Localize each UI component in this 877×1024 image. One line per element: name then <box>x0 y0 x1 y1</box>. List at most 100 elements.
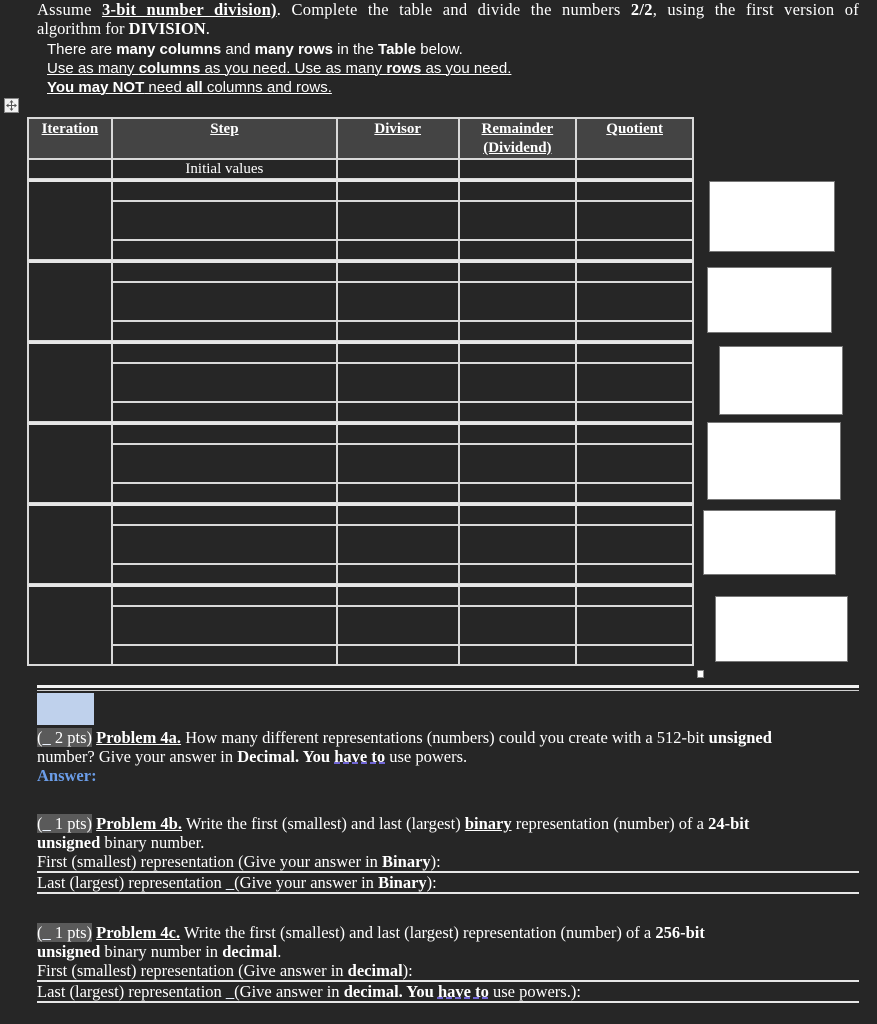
step-cell[interactable] <box>111 240 337 260</box>
first-representation-answer-line[interactable]: First (smallest) representation (Give an… <box>37 961 859 982</box>
quotient-cell[interactable] <box>576 503 693 525</box>
divisor-cell[interactable] <box>336 525 459 564</box>
step-cell[interactable] <box>111 564 337 584</box>
divisor-cell[interactable] <box>336 606 459 645</box>
divisor-cell[interactable] <box>336 483 459 503</box>
text: Write the first (smallest) and last (lar… <box>182 814 465 833</box>
remainder-cell[interactable] <box>458 564 577 584</box>
quotient-cell[interactable] <box>576 321 693 341</box>
remainder-cell[interactable] <box>458 201 577 240</box>
divisor-cell[interactable] <box>336 402 459 422</box>
points-field[interactable]: (_ 1 pts) <box>37 923 92 942</box>
quotient-cell[interactable] <box>576 483 693 503</box>
iteration-cell[interactable] <box>28 422 112 503</box>
white-box <box>719 346 843 415</box>
quotient-cell[interactable] <box>576 363 693 402</box>
divisor-cell[interactable] <box>336 201 459 240</box>
divisor-cell[interactable] <box>336 282 459 321</box>
remainder-cell[interactable] <box>458 240 577 260</box>
table-cell[interactable] <box>336 159 459 179</box>
step-cell[interactable] <box>111 260 337 282</box>
divisor-cell[interactable] <box>336 341 459 363</box>
iteration-cell[interactable] <box>28 260 112 341</box>
divisor-cell[interactable] <box>336 564 459 584</box>
four-arrows-move-icon[interactable] <box>4 98 19 113</box>
step-cell[interactable] <box>111 584 337 606</box>
quotient-cell[interactable] <box>576 282 693 321</box>
step-cell[interactable] <box>111 525 337 564</box>
quotient-cell[interactable] <box>576 402 693 422</box>
quotient-cell[interactable] <box>576 645 693 665</box>
remainder-cell[interactable] <box>458 363 577 402</box>
step-cell[interactable] <box>111 341 337 363</box>
step-cell[interactable] <box>111 201 337 240</box>
quotient-cell[interactable] <box>576 179 693 201</box>
text: Binary <box>378 873 427 892</box>
text: _ <box>42 814 51 833</box>
resize-square-icon[interactable] <box>697 670 704 678</box>
remainder-cell[interactable] <box>458 321 577 341</box>
text <box>6 100 17 111</box>
step-cell[interactable] <box>111 606 337 645</box>
remainder-cell[interactable] <box>458 402 577 422</box>
remainder-cell[interactable] <box>458 260 577 282</box>
quotient-cell[interactable] <box>576 564 693 584</box>
step-cell[interactable] <box>111 402 337 422</box>
divisor-cell[interactable] <box>336 179 459 201</box>
points-field[interactable]: (_ 1 pts) <box>37 814 92 833</box>
divisor-cell[interactable] <box>336 240 459 260</box>
text: Iteration Step Divisor Remainder (Dividen… <box>28 118 693 159</box>
quotient-cell[interactable] <box>576 606 693 645</box>
points-field[interactable]: (_ 2 pts) <box>37 728 92 747</box>
remainder-cell[interactable] <box>458 606 577 645</box>
step-cell[interactable] <box>111 422 337 444</box>
quotient-cell[interactable] <box>576 201 693 240</box>
step-cell[interactable] <box>111 282 337 321</box>
remainder-cell[interactable] <box>458 525 577 564</box>
remainder-cell[interactable] <box>458 282 577 321</box>
table-cell[interactable] <box>28 159 112 179</box>
quotient-cell[interactable] <box>576 444 693 483</box>
step-cell[interactable] <box>111 363 337 402</box>
quotient-cell[interactable] <box>576 422 693 444</box>
table-cell[interactable] <box>576 159 693 179</box>
remainder-cell[interactable] <box>458 179 577 201</box>
first-representation-answer-line[interactable]: First (smallest) representation (Give yo… <box>37 852 859 873</box>
step-cell[interactable] <box>111 321 337 341</box>
divisor-cell[interactable] <box>336 645 459 665</box>
step-cell[interactable] <box>111 645 337 665</box>
iteration-sub-row <box>28 444 693 483</box>
initial-values-cell[interactable]: Initial values <box>111 159 337 179</box>
remainder-cell[interactable] <box>458 645 577 665</box>
divisor-cell[interactable] <box>336 321 459 341</box>
iteration-cell[interactable] <box>28 179 112 260</box>
divisor-cell[interactable] <box>336 363 459 402</box>
iteration-cell[interactable] <box>28 584 112 665</box>
last-representation-answer-line[interactable]: Last (largest) representation _(Give you… <box>37 873 859 894</box>
remainder-cell[interactable] <box>458 341 577 363</box>
step-cell[interactable] <box>111 503 337 525</box>
divisor-cell[interactable] <box>336 444 459 483</box>
divisor-cell[interactable] <box>336 422 459 444</box>
remainder-cell[interactable] <box>458 503 577 525</box>
iteration-cell[interactable] <box>28 503 112 584</box>
divisor-cell[interactable] <box>336 584 459 606</box>
step-cell[interactable] <box>111 179 337 201</box>
quotient-cell[interactable] <box>576 260 693 282</box>
table-cell[interactable] <box>458 159 577 179</box>
step-cell[interactable] <box>111 483 337 503</box>
remainder-cell[interactable] <box>458 483 577 503</box>
quotient-cell[interactable] <box>576 240 693 260</box>
divisor-cell[interactable] <box>336 260 459 282</box>
quotient-cell[interactable] <box>576 341 693 363</box>
divisor-cell[interactable] <box>336 503 459 525</box>
quotient-cell[interactable] <box>576 525 693 564</box>
iteration-cell[interactable] <box>28 341 112 422</box>
step-cell[interactable] <box>111 444 337 483</box>
remainder-cell[interactable] <box>458 444 577 483</box>
instructions-line-1: Assume 3-bit number division). Complete … <box>37 0 859 19</box>
quotient-cell[interactable] <box>576 584 693 606</box>
remainder-cell[interactable] <box>458 422 577 444</box>
remainder-cell[interactable] <box>458 584 577 606</box>
last-representation-answer-line[interactable]: Last (largest) representation _(Give ans… <box>37 982 859 1003</box>
